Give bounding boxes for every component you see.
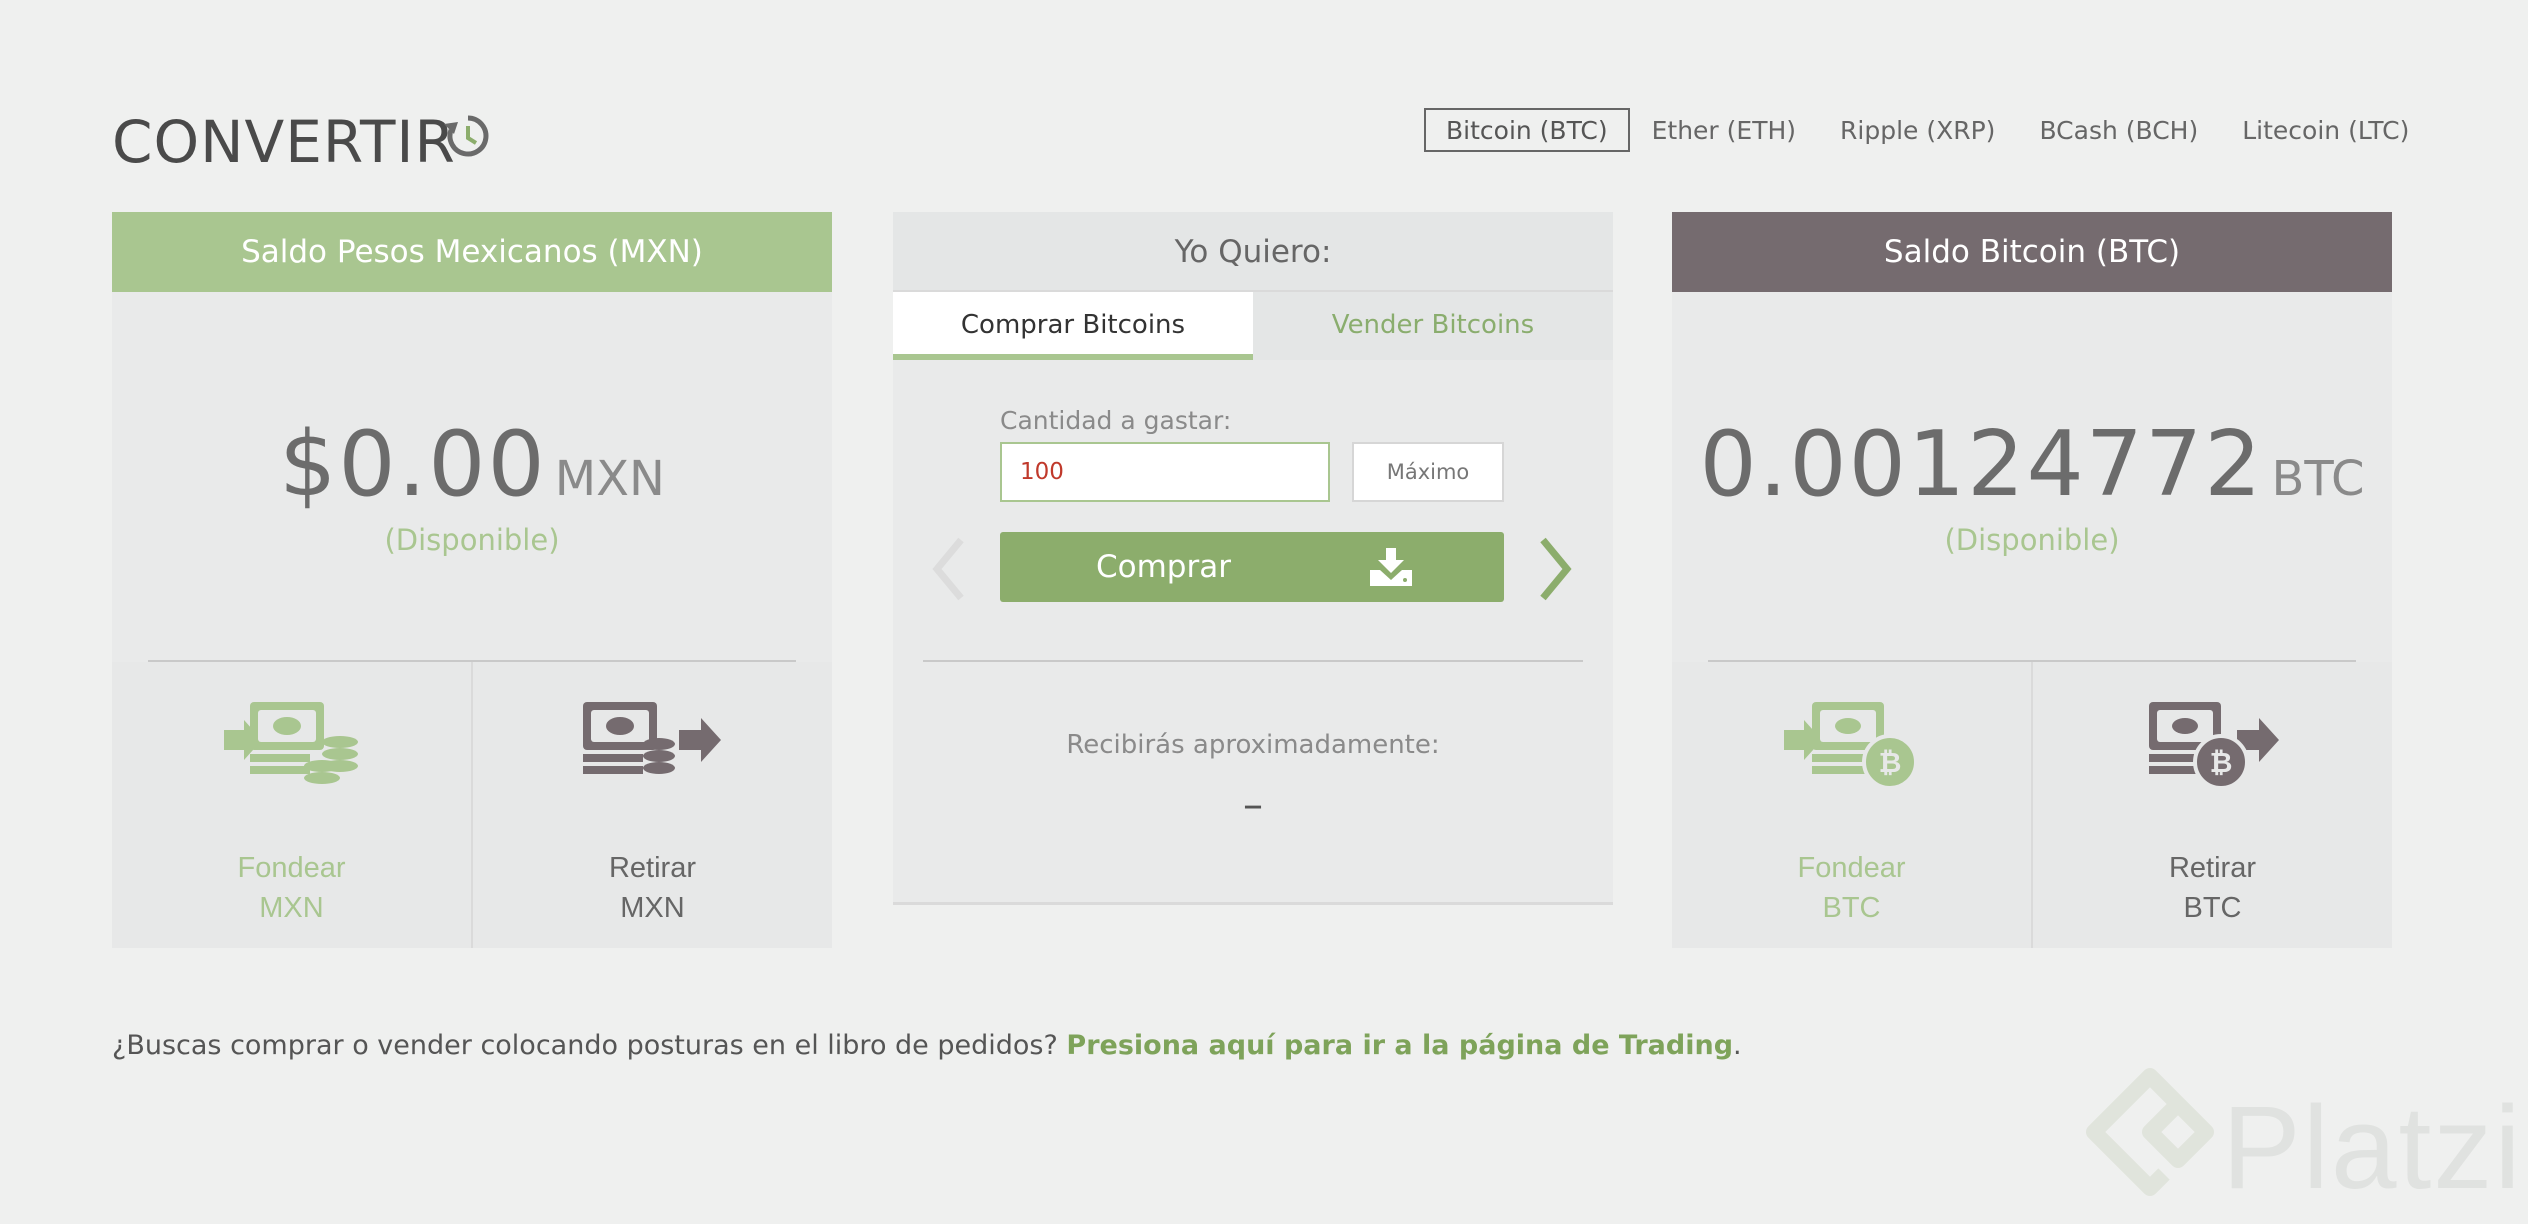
mxn-actions: Fondear MXN Retirar MXN xyxy=(112,662,832,948)
mxn-available-label: (Disponible) xyxy=(384,523,560,557)
trading-prompt: ¿Buscas comprar o vender colocando postu… xyxy=(112,1030,1742,1061)
watermark-text: Platzi xyxy=(2222,1082,2523,1214)
receive-value: – xyxy=(1243,782,1263,828)
chevron-right-icon[interactable] xyxy=(1535,534,1575,604)
trade-panel-title: Yo Quiero: xyxy=(893,212,1613,292)
amount-input[interactable] xyxy=(1000,442,1330,502)
withdraw-mxn-label: Retirar MXN xyxy=(608,852,696,924)
tab-buy-bitcoins[interactable]: Comprar Bitcoins xyxy=(893,292,1253,360)
fund-mxn-label: Fondear MXN xyxy=(237,852,346,924)
fund-btc-button[interactable]: ₿ Fondear BTC xyxy=(1672,662,2031,948)
mxn-panel-title: Saldo Pesos Mexicanos (MXN) xyxy=(112,212,832,292)
amount-label: Cantidad a gastar: xyxy=(1000,406,1232,435)
btc-balance-amount: 0.00124772 xyxy=(1699,412,2264,517)
receive-label: Recibirás aproximadamente: xyxy=(1066,730,1440,760)
svg-text:₿: ₿ xyxy=(2209,746,2232,779)
btc-panel-title: Saldo Bitcoin (BTC) xyxy=(1672,212,2392,292)
btc-balance: 0.00124772 BTC (Disponible) xyxy=(1672,412,2392,557)
btc-actions: ₿ Fondear BTC ₿ Retirar BTC xyxy=(1672,662,2392,948)
fund-btc-label: Fondear BTC xyxy=(1797,852,1906,924)
history-icon[interactable] xyxy=(442,110,494,162)
btc-balance-unit: BTC xyxy=(2271,451,2365,507)
mode-tabs: Comprar Bitcoins Vender Bitcoins xyxy=(893,292,1613,360)
chevron-left-icon[interactable] xyxy=(929,534,969,604)
withdraw-mxn-button[interactable]: Retirar MXN xyxy=(471,662,832,948)
buy-button-label: Comprar xyxy=(1096,549,1231,585)
mxn-balance-amount: $0.00 xyxy=(279,412,547,517)
buy-button[interactable]: Comprar xyxy=(1000,532,1504,602)
btc-available-label: (Disponible) xyxy=(1944,523,2120,557)
mxn-balance-unit: MXN xyxy=(554,451,665,507)
coin-tabs: Bitcoin (BTC) Ether (ETH) Ripple (XRP) B… xyxy=(1424,108,2431,152)
fund-mxn-icon xyxy=(223,702,358,784)
tab-litecoin[interactable]: Litecoin (LTC) xyxy=(2220,108,2431,152)
tab-bitcoin[interactable]: Bitcoin (BTC) xyxy=(1424,108,1630,152)
withdraw-btc-label: Retirar BTC xyxy=(2168,852,2256,924)
mxn-balance: $0.00 MXN (Disponible) xyxy=(112,412,832,557)
tab-bcash[interactable]: BCash (BCH) xyxy=(2017,108,2220,152)
tab-ripple[interactable]: Ripple (XRP) xyxy=(1818,108,2017,152)
btc-balance-panel: Saldo Bitcoin (BTC) 0.00124772 BTC (Dispo… xyxy=(1672,212,2392,948)
tab-sell-bitcoins[interactable]: Vender Bitcoins xyxy=(1253,292,1613,360)
fund-btc-icon: ₿ xyxy=(1783,702,1918,790)
trading-page-link[interactable]: Presiona aquí para ir a la página de Tra… xyxy=(1066,1030,1733,1061)
tab-ether[interactable]: Ether (ETH) xyxy=(1630,108,1818,152)
download-icon xyxy=(1370,548,1412,586)
divider xyxy=(923,660,1583,662)
withdraw-mxn-icon xyxy=(582,702,721,774)
withdraw-btc-button[interactable]: ₿ Retirar BTC xyxy=(2031,662,2392,948)
max-button[interactable]: Máximo xyxy=(1352,442,1504,502)
svg-text:₿: ₿ xyxy=(1878,746,1901,779)
trade-panel: Yo Quiero: Comprar Bitcoins Vender Bitco… xyxy=(893,212,1613,905)
mxn-balance-panel: Saldo Pesos Mexicanos (MXN) $0.00 MXN (Di… xyxy=(112,212,832,948)
withdraw-btc-icon: ₿ xyxy=(2148,702,2279,790)
fund-mxn-button[interactable]: Fondear MXN xyxy=(112,662,471,948)
page-title: CONVERTIR xyxy=(112,108,456,176)
